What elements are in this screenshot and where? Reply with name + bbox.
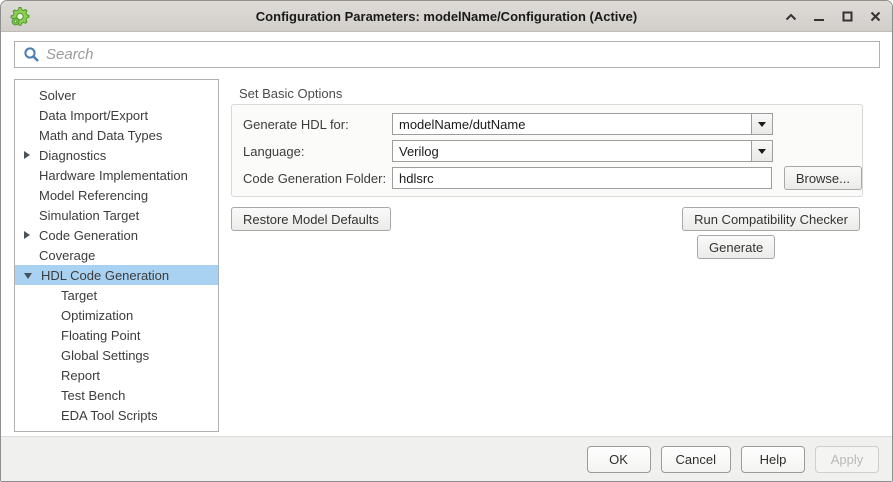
sidebar-item-model-referencing[interactable]: Model Referencing <box>15 185 218 205</box>
sidebar-item-data-import-export[interactable]: Data Import/Export <box>15 105 218 125</box>
sidebar-item-label: HDL Code Generation <box>41 267 170 283</box>
restore-up-icon[interactable] <box>784 10 798 24</box>
sidebar-item-label: Floating Point <box>61 327 141 343</box>
ok-button[interactable]: OK <box>586 445 651 473</box>
sidebar-item-label: Global Settings <box>61 347 150 363</box>
sidebar-tree: Solver Data Import/Export Math and Data Ty… <box>14 79 219 432</box>
sidebar-item-eda-tool-scripts[interactable]: EDA Tool Scripts <box>15 405 218 425</box>
apply-button[interactable]: Apply <box>815 445 879 473</box>
form-row-generate-hdl-for: Generate HDL for: modelName/dutName <box>243 113 862 135</box>
sidebar-item-test-bench[interactable]: Test Bench <box>15 385 218 405</box>
sidebar-item-code-generation[interactable]: Code Generation <box>15 225 218 245</box>
close-icon[interactable] <box>868 10 882 24</box>
sidebar-item-solver[interactable]: Solver <box>15 85 218 105</box>
sidebar-item-label: Math and Data Types <box>39 127 163 143</box>
sidebar-item-label: Code Generation <box>39 227 139 243</box>
sidebar-item-label: Optimization <box>61 307 134 323</box>
sidebar-item-label: Diagnostics <box>39 147 107 163</box>
generate-button[interactable]: Generate <box>697 235 776 259</box>
sidebar-item-hdl-code-generation[interactable]: HDL Code Generation <box>15 265 218 285</box>
basic-options-groupbox: Generate HDL for: modelName/dutName Lang… <box>231 104 863 197</box>
browse-button[interactable]: Browse... <box>783 166 862 190</box>
generate-hdl-for-label: Generate HDL for: <box>243 116 349 132</box>
simulink-gear-logo-icon <box>9 6 31 28</box>
code-generation-folder-label: Code Generation Folder: <box>243 170 387 186</box>
language-dropdown-button[interactable] <box>751 140 773 162</box>
sidebar-item-global-settings[interactable]: Global Settings <box>15 345 218 365</box>
sidebar-item-label: EDA Tool Scripts <box>61 407 158 423</box>
title-bar: Configuration Parameters: modelName/Conf… <box>1 1 892 32</box>
language-value[interactable]: Verilog <box>392 140 752 162</box>
minimize-icon[interactable] <box>812 10 826 24</box>
sidebar-item-diagnostics[interactable]: Diagnostics <box>15 145 218 165</box>
sidebar-item-label: Report <box>61 367 101 383</box>
sidebar-item-label: Solver <box>39 87 76 103</box>
sidebar-item-label: Test Bench <box>61 387 126 403</box>
sidebar-item-label: Coverage <box>39 247 96 263</box>
sidebar-item-label: Simulation Target <box>39 207 140 223</box>
run-compatibility-checker-button[interactable]: Run Compatibility Checker <box>682 207 860 231</box>
sidebar-item-label: Target <box>61 287 98 303</box>
generate-hdl-for-value[interactable]: modelName/dutName <box>392 113 752 135</box>
generate-hdl-for-combobox[interactable]: modelName/dutName <box>392 113 773 135</box>
chevron-down-icon <box>758 121 766 127</box>
configuration-parameters-dialog: Configuration Parameters: modelName/Conf… <box>0 0 893 482</box>
sidebar-item-coverage[interactable]: Coverage <box>15 245 218 265</box>
footer-button-bar: OK Cancel Help Apply <box>1 436 892 481</box>
window-title: Configuration Parameters: modelName/Conf… <box>255 8 638 24</box>
expanded-arrow-icon[interactable] <box>24 273 32 279</box>
code-generation-folder-input[interactable] <box>392 167 772 189</box>
sidebar-item-report[interactable]: Report <box>15 365 218 385</box>
sidebar-item-floating-point[interactable]: Floating Point <box>15 325 218 345</box>
language-combobox[interactable]: Verilog <box>392 140 773 162</box>
form-row-language: Language: Verilog <box>243 140 862 162</box>
sidebar-item-math-and-data-types[interactable]: Math and Data Types <box>15 125 218 145</box>
language-label: Language: <box>243 143 305 159</box>
chevron-down-icon <box>758 148 766 154</box>
maximize-icon[interactable] <box>840 10 854 24</box>
search-icon <box>23 46 40 63</box>
sidebar-item-label: Hardware Implementation <box>39 167 188 183</box>
window-controls <box>784 1 882 32</box>
search-box[interactable] <box>14 41 880 68</box>
help-button[interactable]: Help <box>741 445 805 473</box>
form-row-code-generation-folder: Code Generation Folder: Browse... <box>243 166 862 190</box>
sidebar-item-optimization[interactable]: Optimization <box>15 305 218 325</box>
collapsed-arrow-icon[interactable] <box>24 231 30 239</box>
generate-hdl-for-dropdown-button[interactable] <box>751 113 773 135</box>
sidebar-item-label: Data Import/Export <box>39 107 149 123</box>
section-heading: Set Basic Options <box>239 86 343 101</box>
sidebar-item-hardware-implementation[interactable]: Hardware Implementation <box>15 165 218 185</box>
collapsed-arrow-icon[interactable] <box>24 151 30 159</box>
sidebar-item-simulation-target[interactable]: Simulation Target <box>15 205 218 225</box>
restore-model-defaults-button[interactable]: Restore Model Defaults <box>231 207 391 231</box>
sidebar-item-target[interactable]: Target <box>15 285 218 305</box>
sidebar-item-label: Model Referencing <box>39 187 149 203</box>
search-input[interactable] <box>46 42 879 67</box>
cancel-button[interactable]: Cancel <box>660 445 731 473</box>
